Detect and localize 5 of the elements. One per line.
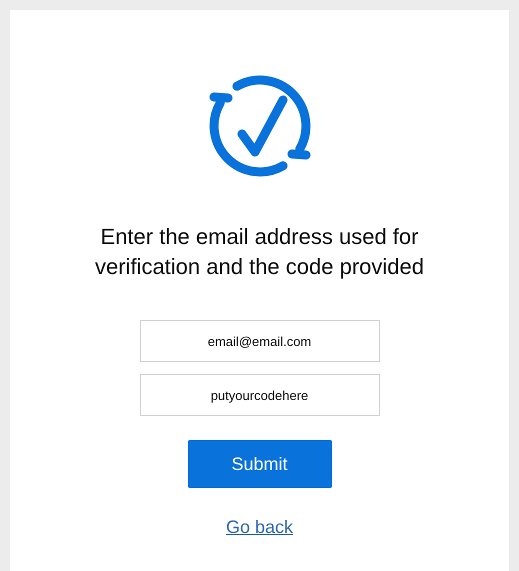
heading: Enter the email address used for verification and the code provided	[94, 223, 425, 281]
input-field[interactable]: email@email.com	[140, 320, 380, 362]
submit-button[interactable]: Submit	[188, 440, 332, 488]
go-back-link[interactable]: Go back	[226, 514, 294, 541]
input-field[interactable]: putyourcodehere	[140, 374, 380, 416]
